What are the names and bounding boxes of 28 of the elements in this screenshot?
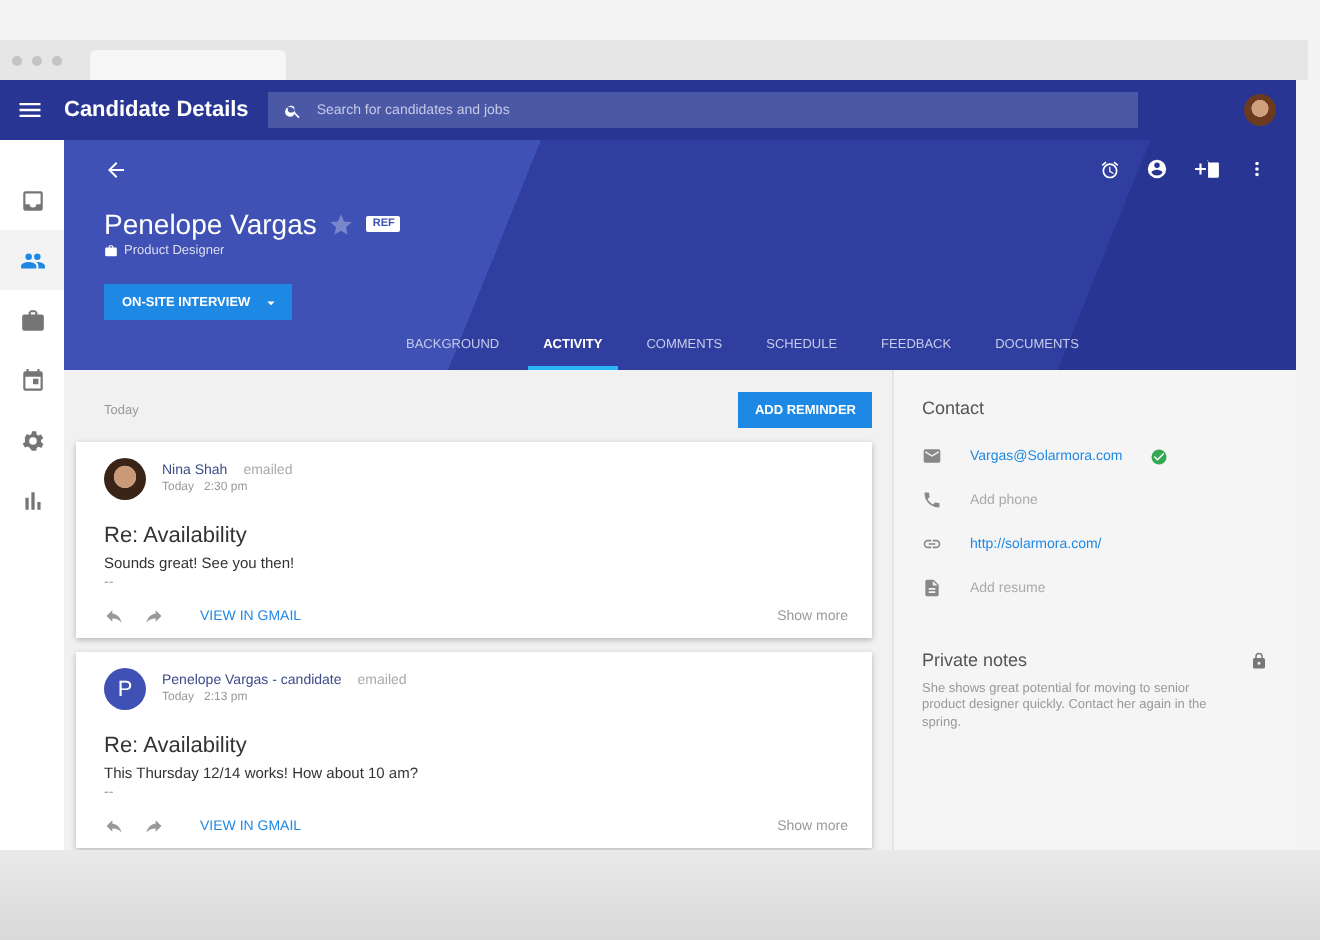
star-icon[interactable] (328, 211, 355, 237)
forward-icon[interactable] (144, 606, 164, 626)
bar-chart-icon[interactable] (19, 487, 45, 513)
calendar-icon[interactable] (19, 367, 45, 393)
email-subject: Re: Availability (104, 734, 249, 758)
contact-heading: Contact (922, 398, 987, 418)
avatar-photo (104, 458, 146, 500)
document-icon (922, 578, 942, 598)
user-avatar[interactable] (1244, 94, 1276, 126)
back-arrow-icon[interactable] (104, 157, 128, 181)
reply-icon[interactable] (104, 816, 124, 836)
link-icon (922, 534, 942, 554)
email-subject: Re: Availability (104, 524, 249, 548)
candidate-name: Penelope Vargas (104, 208, 317, 240)
briefcase-icon[interactable] (19, 307, 45, 333)
briefcase-icon (104, 244, 118, 258)
avatar-letter: P (104, 668, 146, 710)
add-folder-icon[interactable] (1194, 156, 1220, 182)
inbox-icon[interactable] (19, 187, 45, 213)
reply-icon[interactable] (104, 606, 124, 626)
notes-heading: Private notes (922, 650, 1028, 670)
app-title: Candidate Details (64, 98, 249, 122)
phone-icon (922, 490, 942, 510)
envelope-icon (922, 446, 942, 466)
alarm-clock-icon[interactable] (1100, 159, 1120, 179)
people-icon[interactable] (19, 247, 45, 273)
settings-icon[interactable] (19, 427, 45, 453)
forward-icon[interactable] (144, 816, 164, 836)
